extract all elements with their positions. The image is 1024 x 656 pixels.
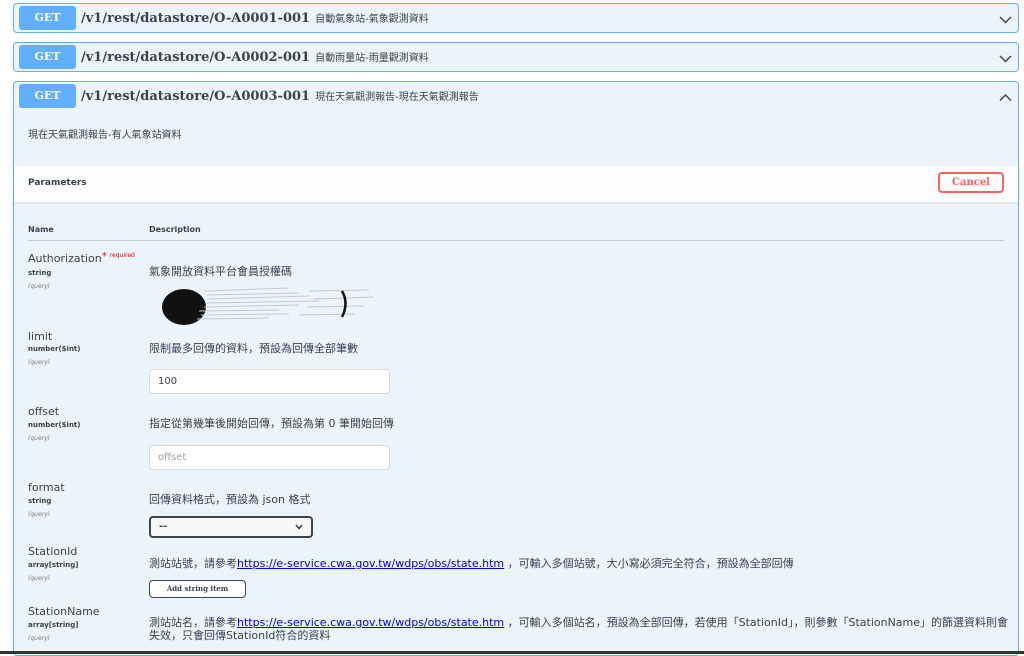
- param-name-limit: limit: [28, 330, 53, 343]
- param-description: 氣象開放資料平台會員授權碼: [149, 265, 292, 278]
- method-badge: GET: [19, 45, 76, 69]
- param-type: string: [28, 269, 52, 277]
- limit-input[interactable]: 100: [149, 369, 390, 394]
- param-description: 測站站號，請參考https://e-service.cwa.gov.tw/wdp…: [149, 557, 794, 570]
- cancel-button[interactable]: Cancel: [938, 172, 1004, 193]
- parameters-title: Parameters: [28, 178, 87, 188]
- param-name-format: format: [28, 481, 65, 494]
- param-type: number($int): [28, 345, 81, 353]
- endpoint-summary-text: 自動雨量站-雨量觀測資料: [315, 53, 429, 64]
- format-select[interactable]: --: [149, 516, 313, 538]
- param-name-stationname: StationName: [28, 605, 100, 618]
- endpoint-summary[interactable]: GET /v1/rest/datastore/O-A0001-001 自動氣象站-…: [14, 4, 1018, 34]
- chevron-down-icon[interactable]: [999, 52, 1012, 65]
- param-in: (query): [28, 635, 51, 642]
- endpoint-path: /v1/rest/datastore/O-A0003-001 現在天氣觀測報告-現…: [81, 89, 479, 104]
- column-header-name: Name: [28, 225, 54, 234]
- param-in: (query): [28, 511, 51, 518]
- param-description: 回傳資料格式，預設為 json 格式: [149, 493, 311, 506]
- column-header-description: Description: [149, 225, 201, 234]
- param-type: number($int): [28, 421, 81, 429]
- param-type: string: [28, 497, 52, 505]
- format-select-value: --: [159, 521, 168, 532]
- offset-input[interactable]: offset: [149, 445, 390, 470]
- required-label: required: [109, 252, 135, 259]
- endpoint-path: /v1/rest/datastore/O-A0001-001 自動氣象站-氣象觀測…: [81, 11, 429, 26]
- station-list-link[interactable]: https://e-service.cwa.gov.tw/wdps/obs/st…: [237, 557, 504, 570]
- endpoint-summary[interactable]: GET /v1/rest/datastore/O-A0002-001 自動雨量站-…: [14, 43, 1018, 73]
- redacted-auth-field[interactable]: [149, 285, 379, 335]
- endpoint-path: /v1/rest/datastore/O-A0002-001 自動雨量站-雨量觀測…: [81, 50, 429, 65]
- param-in: (query): [28, 435, 51, 442]
- endpoint-summary-text: 現在天氣觀測報告-現在天氣觀測報告: [315, 92, 479, 103]
- endpoint-description: 現在天氣觀測報告-有人氣象站資料: [28, 130, 182, 141]
- header-divider: [28, 240, 1004, 241]
- param-description: 測站站名，請參考https://e-service.cwa.gov.tw/wdp…: [149, 616, 1009, 642]
- param-name-offset: offset: [28, 405, 60, 418]
- param-type: array[string]: [28, 621, 79, 629]
- endpoint-o-a0001-001: GET /v1/rest/datastore/O-A0001-001 自動氣象站-…: [13, 3, 1019, 33]
- endpoint-summary-text: 自動氣象站-氣象觀測資料: [315, 14, 429, 25]
- method-badge: GET: [19, 6, 76, 30]
- required-star: *: [101, 251, 107, 262]
- endpoint-o-a0002-001: GET /v1/rest/datastore/O-A0002-001 自動雨量站-…: [13, 42, 1019, 72]
- param-in: (query): [28, 359, 51, 366]
- endpoint-o-a0003-001: GET /v1/rest/datastore/O-A0003-001 現在天氣觀測…: [13, 81, 1019, 656]
- param-type: array[string]: [28, 561, 79, 569]
- chevron-down-icon[interactable]: [999, 13, 1012, 26]
- endpoint-summary[interactable]: GET /v1/rest/datastore/O-A0003-001 現在天氣觀測…: [14, 82, 1018, 112]
- chevron-down-icon: [295, 524, 303, 530]
- chevron-up-icon[interactable]: [999, 91, 1012, 104]
- param-name-authorization: Authorization* required: [28, 251, 135, 265]
- param-description: 限制最多回傳的資料，預設為回傳全部筆數: [149, 342, 358, 355]
- param-in: (query): [28, 283, 51, 290]
- add-string-item-button[interactable]: Add string item: [149, 580, 246, 598]
- param-in: (query): [28, 575, 51, 582]
- param-name-stationid: StationId: [28, 545, 78, 558]
- parameters-header: Parameters Cancel: [14, 166, 1018, 202]
- param-description: 指定從第幾筆後開始回傳，預設為第 0 筆開始回傳: [149, 417, 394, 430]
- station-list-link[interactable]: https://e-service.cwa.gov.tw/wdps/obs/st…: [237, 616, 504, 629]
- method-badge: GET: [19, 84, 76, 108]
